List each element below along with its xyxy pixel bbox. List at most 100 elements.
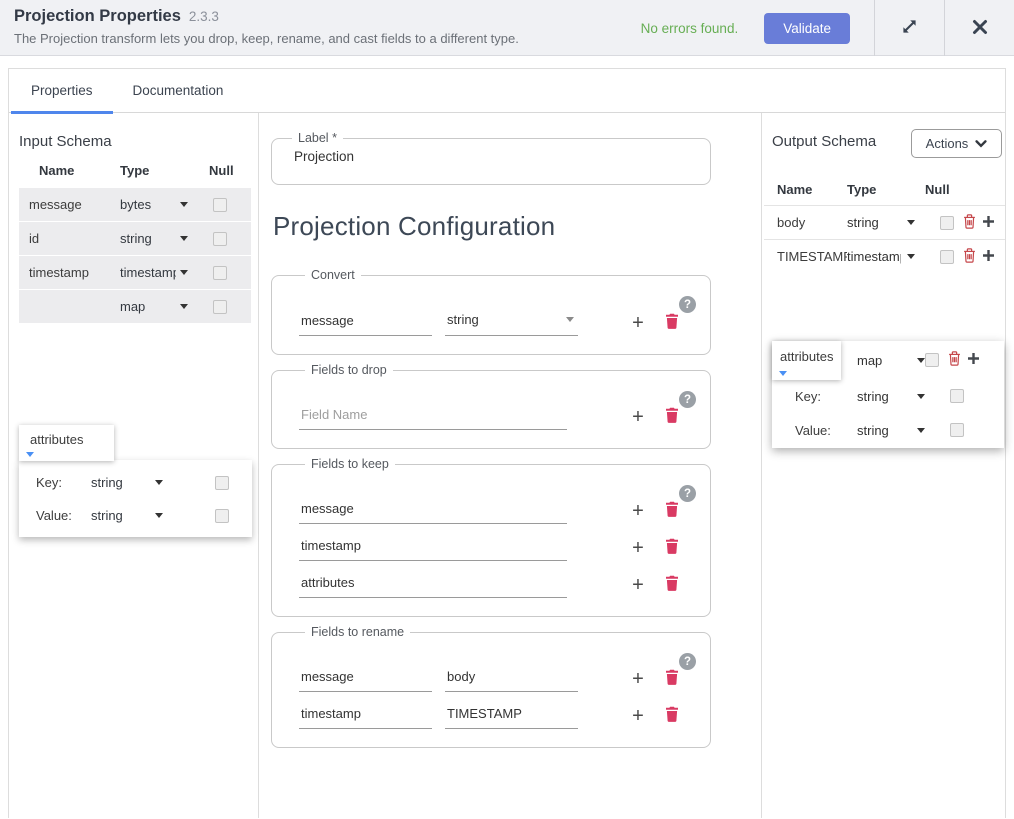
table-row: timestamp timestamp <box>19 256 251 289</box>
help-icon[interactable]: ? <box>679 485 696 502</box>
nullable-checkbox[interactable] <box>940 250 954 264</box>
field-name-popover[interactable]: attributes <box>772 341 841 380</box>
map-field-popover: map attributes <box>772 341 1004 448</box>
value-type-dropdown[interactable]: string <box>91 508 163 523</box>
table-row: map <box>19 290 251 323</box>
expand-button[interactable] <box>875 0 944 56</box>
add-row-button[interactable]: + <box>627 314 649 336</box>
output-schema-panel: Output Schema Actions Name Type Null bod… <box>761 113 1007 818</box>
field-type-dropdown[interactable]: string <box>120 231 188 246</box>
key-type-dropdown[interactable]: string <box>857 389 925 404</box>
field-name[interactable]: message <box>29 197 120 212</box>
convert-type-select[interactable]: string <box>445 312 578 336</box>
delete-field-button[interactable] <box>963 248 976 266</box>
help-icon[interactable]: ? <box>679 653 696 670</box>
tab-properties[interactable]: Properties <box>11 69 113 112</box>
convert-section: Convert ? string + <box>271 268 711 355</box>
field-name-popover[interactable]: attributes <box>19 425 114 461</box>
help-icon[interactable]: ? <box>679 296 696 313</box>
nullable-checkbox[interactable] <box>950 389 964 403</box>
field-type-dropdown[interactable]: bytes <box>120 197 188 212</box>
label-legend: Label * <box>292 131 343 145</box>
delete-row-button[interactable] <box>665 407 679 430</box>
delete-field-button[interactable] <box>963 214 976 232</box>
add-row-button[interactable]: + <box>627 670 649 692</box>
tab-documentation[interactable]: Documentation <box>113 69 244 112</box>
close-icon <box>972 19 988 38</box>
expand-caret-icon[interactable] <box>26 452 34 457</box>
delete-row-button[interactable] <box>665 669 679 692</box>
rename-to-input[interactable] <box>445 669 578 692</box>
drop-field-input[interactable] <box>299 407 567 430</box>
column-header-type: Type <box>847 182 925 197</box>
nullable-checkbox[interactable] <box>215 509 229 523</box>
chevron-down-icon <box>180 304 188 309</box>
chevron-down-icon <box>180 270 188 275</box>
field-type-dropdown[interactable]: map <box>120 299 188 314</box>
nullable-checkbox[interactable] <box>213 232 227 246</box>
field-name[interactable]: timestamp <box>29 265 120 280</box>
delete-row-button[interactable] <box>665 706 679 729</box>
rename-from-input[interactable] <box>299 669 432 692</box>
table-row: body string <box>764 205 1005 239</box>
keep-field-input[interactable] <box>299 538 567 561</box>
field-name[interactable]: TIMESTAMP <box>777 249 847 264</box>
delete-row-button[interactable] <box>665 501 679 524</box>
value-type-dropdown[interactable]: string <box>857 423 925 438</box>
fields-to-drop-section: Fields to drop ? + <box>271 363 711 449</box>
column-header-null: Null <box>925 182 950 197</box>
properties-card: Properties Documentation Input Schema Na… <box>8 68 1006 818</box>
plus-icon <box>982 215 995 231</box>
delete-row-button[interactable] <box>665 575 679 598</box>
rename-to-input[interactable] <box>445 706 578 729</box>
nullable-checkbox[interactable] <box>950 423 964 437</box>
field-type-dropdown[interactable]: timestamp <box>847 249 915 264</box>
map-key-value-box: Key: string Value: string <box>19 460 252 537</box>
key-type-dropdown[interactable]: string <box>91 475 163 490</box>
trash-icon <box>665 505 679 520</box>
add-row-button[interactable]: + <box>627 576 649 598</box>
close-button[interactable] <box>945 0 1014 56</box>
field-type-dropdown[interactable]: string <box>847 215 915 230</box>
convert-legend: Convert <box>305 268 361 282</box>
expand-caret-icon[interactable] <box>779 371 787 376</box>
label-input[interactable] <box>294 149 674 164</box>
delete-row-button[interactable] <box>665 313 679 336</box>
help-icon[interactable]: ? <box>679 391 696 408</box>
validation-status-text: No errors found. <box>641 21 739 36</box>
add-row-button[interactable]: + <box>627 502 649 524</box>
field-type-dropdown[interactable]: timestamp <box>120 265 188 280</box>
add-field-button[interactable] <box>967 352 980 368</box>
nullable-checkbox[interactable] <box>215 476 229 490</box>
field-name[interactable]: id <box>29 231 120 246</box>
nullable-checkbox[interactable] <box>925 353 939 367</box>
field-name[interactable]: body <box>777 215 847 230</box>
validate-button[interactable]: Validate <box>764 13 850 44</box>
column-header-name: Name <box>29 163 120 178</box>
convert-field-input[interactable] <box>299 313 432 336</box>
nullable-checkbox[interactable] <box>940 216 954 230</box>
add-field-button[interactable] <box>982 215 995 231</box>
keep-row: + <box>299 538 710 561</box>
input-schema-panel: Input Schema Name Type Null message byte… <box>9 113 259 818</box>
add-row-button[interactable]: + <box>627 408 649 430</box>
plugin-description: The Projection transform lets you drop, … <box>14 31 519 46</box>
tab-bar: Properties Documentation <box>9 69 1005 113</box>
rename-from-input[interactable] <box>299 706 432 729</box>
field-type-dropdown[interactable]: map <box>857 353 925 368</box>
delete-field-button[interactable] <box>948 351 961 369</box>
fields-to-keep-section: Fields to keep ? + + <box>271 457 711 617</box>
nullable-checkbox[interactable] <box>213 198 227 212</box>
column-header-name: Name <box>777 182 847 197</box>
plugin-version: 2.3.3 <box>189 9 219 24</box>
nullable-checkbox[interactable] <box>213 266 227 280</box>
keep-field-input[interactable] <box>299 575 567 598</box>
add-row-button[interactable]: + <box>627 539 649 561</box>
add-field-button[interactable] <box>982 249 995 265</box>
delete-row-button[interactable] <box>665 538 679 561</box>
add-row-button[interactable]: + <box>627 707 649 729</box>
chevron-down-icon <box>917 394 925 399</box>
actions-dropdown-button[interactable]: Actions <box>911 129 1002 158</box>
keep-field-input[interactable] <box>299 501 567 524</box>
nullable-checkbox[interactable] <box>213 300 227 314</box>
